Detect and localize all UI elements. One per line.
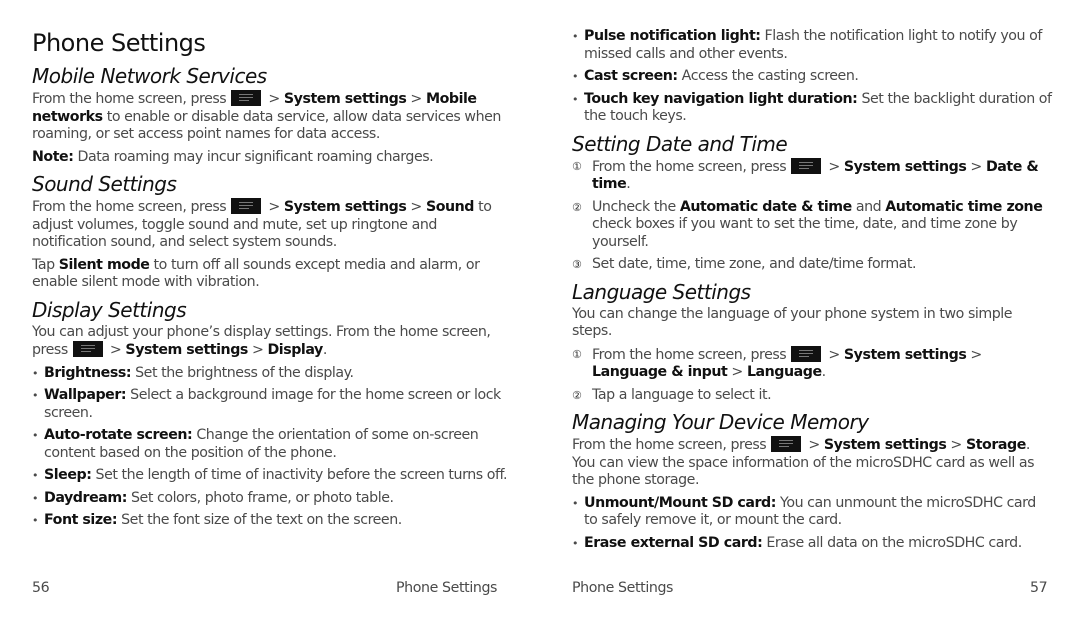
- menu-key-icon: [231, 90, 262, 106]
- step-item: ② Uncheck the Automatic date & time and A…: [572, 198, 1043, 250]
- list-item: Erase external SD card: Erase all data o…: [572, 535, 1052, 553]
- display-settings-paragraph: You can adjust your phone’s display sett…: [32, 323, 491, 359]
- list-item: Font size: Set the font size of the text…: [32, 512, 512, 530]
- roaming-note: Note: Data roaming may incur significant…: [32, 148, 434, 165]
- list-item: Pulse notification light: Flash the noti…: [572, 28, 1052, 63]
- page-title: Phone Settings: [32, 29, 206, 57]
- list-item: Unmount/Mount SD card: You can unmount t…: [572, 495, 1052, 530]
- list-item: Wallpaper: Select a background image for…: [32, 387, 512, 422]
- list-item: Brightness: Set the brightness of the di…: [32, 365, 512, 383]
- date-time-steps: ① From the home screen, press > System se…: [572, 157, 1052, 274]
- list-item: Auto-rotate screen: Change the orientati…: [32, 427, 512, 462]
- list-item: Cast screen: Access the casting screen.: [572, 68, 1052, 86]
- menu-key-icon: [771, 436, 802, 452]
- menu-key-icon: [231, 198, 262, 214]
- display-options-list: Brightness: Set the brightness of the di…: [32, 365, 512, 530]
- step-number: ②: [572, 200, 582, 214]
- page-number-left: 56: [32, 580, 50, 596]
- memory-options-list: Unmount/Mount SD card: You can unmount t…: [572, 495, 1052, 553]
- date-time-heading: Setting Date and Time: [572, 131, 788, 156]
- footer-section-left: Phone Settings: [396, 580, 498, 596]
- step-item: ② Tap a language to select it.: [572, 386, 772, 403]
- menu-key-icon: [72, 341, 103, 357]
- list-item: Daydream: Set colors, photo frame, or ph…: [32, 490, 512, 508]
- language-steps: ① From the home screen, press > System se…: [572, 345, 1052, 405]
- device-memory-paragraph: From the home screen, press > System set…: [572, 436, 1035, 488]
- step-number: ③: [572, 258, 582, 271]
- step-number: ①: [572, 159, 582, 173]
- list-item: Sleep: Set the length of time of inactiv…: [32, 467, 512, 485]
- step-item: ① From the home screen, press > System se…: [572, 345, 982, 380]
- menu-key-icon: [791, 345, 822, 362]
- device-memory-heading: Managing Your Device Memory: [572, 410, 869, 434]
- step-number: ②: [572, 388, 582, 402]
- footer-section-right: Phone Settings: [572, 580, 674, 596]
- page-number-right: 57: [1030, 580, 1048, 596]
- silent-mode-paragraph: Tap Silent mode to turn off all sounds e…: [32, 256, 480, 291]
- display-settings-heading: Display Settings: [32, 297, 187, 322]
- step-item: ① From the home screen, press > System se…: [572, 157, 1039, 192]
- mobile-network-paragraph: From the home screen, press > System set…: [32, 90, 501, 142]
- mobile-network-heading: Mobile Network Services: [32, 64, 267, 88]
- step-number: ①: [572, 347, 582, 361]
- display-options-list-continued: Pulse notification light: Flash the noti…: [572, 28, 1052, 126]
- right-page: Pulse notification light: Flash the noti…: [572, 28, 1052, 640]
- sound-settings-heading: Sound Settings: [32, 172, 177, 196]
- list-item: Touch key navigation light duration: Set…: [572, 91, 1052, 126]
- language-settings-heading: Language Settings: [572, 279, 751, 304]
- menu-key-icon: [791, 157, 822, 174]
- language-intro: You can change the language of your phon…: [572, 305, 1013, 340]
- step-item: ③ Set date, time, time zone, and date/tim…: [572, 256, 917, 272]
- left-page: Phone Settings Mobile Network Services F…: [32, 0, 512, 612]
- sound-settings-paragraph: From the home screen, press > System set…: [32, 198, 492, 250]
